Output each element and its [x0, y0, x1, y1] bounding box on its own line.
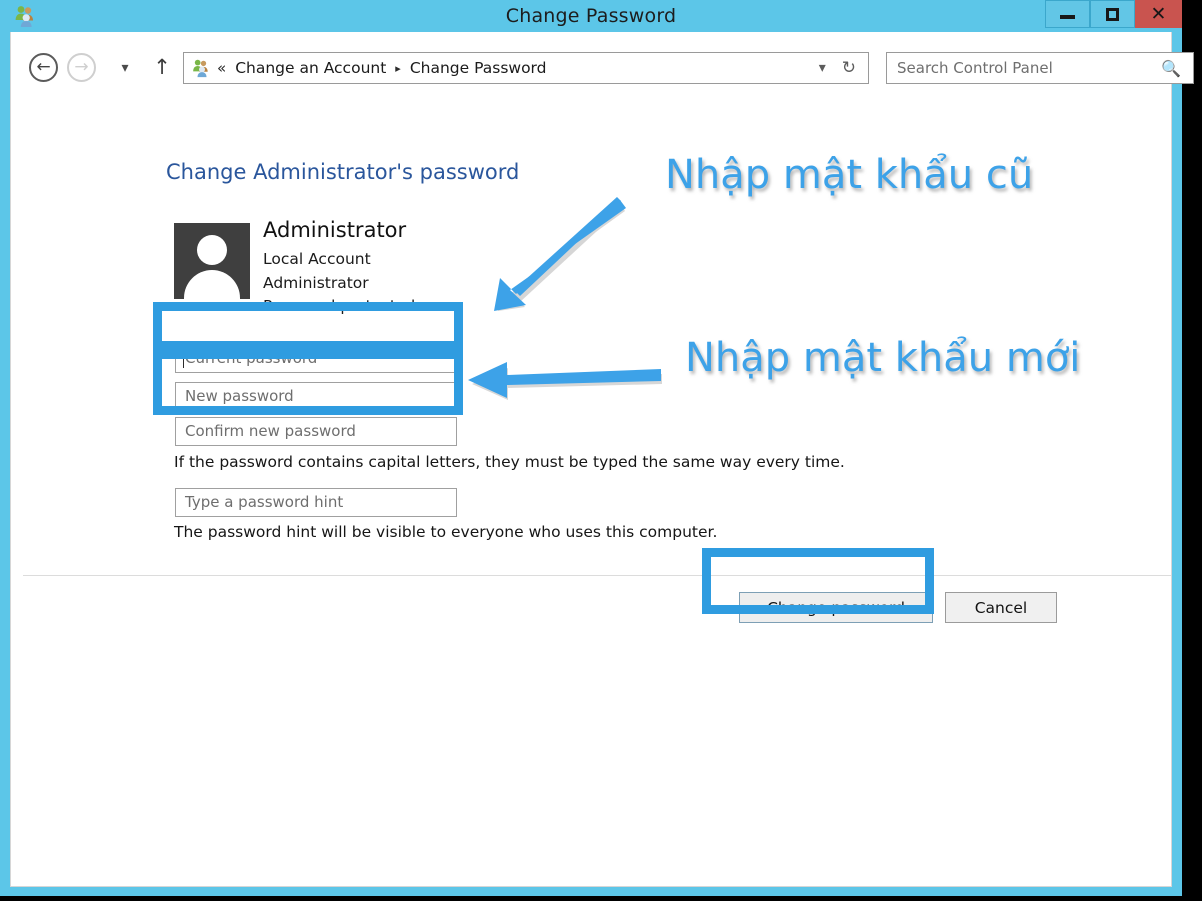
capital-letters-note: If the password contains capital letters… [174, 453, 845, 471]
chevron-down-icon[interactable]: ▾ [819, 60, 826, 76]
avatar-body [184, 270, 240, 299]
account-detail-group: Administrator [263, 274, 369, 292]
password-hint-note: The password hint will be visible to eve… [174, 523, 718, 541]
maximize-icon [1106, 7, 1119, 21]
close-button[interactable]: ✕ [1135, 0, 1182, 28]
address-bar[interactable]: « Change an Account ▸ Change Password ▾ … [183, 52, 869, 84]
account-detail-type: Local Account [263, 250, 371, 268]
account-name: Administrator [263, 218, 407, 242]
navigation-bar: ← → ▾ ↑ « Change an Account ▸ Change Pas… [11, 32, 1194, 90]
annotation-box-change-password-button [702, 548, 934, 614]
breadcrumb-separator-icon: ▸ [395, 61, 401, 75]
maximize-button[interactable] [1090, 0, 1135, 28]
search-icon[interactable]: 🔍 [1161, 59, 1181, 78]
annotation-arrow-old [494, 197, 626, 311]
annotation-arrow-new [468, 362, 662, 400]
forward-arrow-icon: → [74, 57, 89, 77]
confirm-new-password-input[interactable]: Confirm new password [175, 417, 457, 446]
content-separator [23, 575, 1171, 576]
users-icon [193, 59, 208, 78]
annotation-box-new-password [153, 350, 463, 415]
refresh-icon[interactable]: ↻ [842, 58, 856, 78]
user-avatar-icon [174, 223, 250, 299]
up-arrow-icon: ↑ [153, 55, 171, 79]
address-prefix: « [217, 59, 227, 77]
password-hint-input[interactable]: Type a password hint [175, 488, 457, 517]
breadcrumb-item-change-an-account[interactable]: Change an Account [235, 59, 386, 77]
search-input[interactable]: Search Control Panel [897, 59, 1161, 77]
page-title: Change Administrator's password [166, 160, 520, 184]
cancel-button[interactable]: Cancel [945, 592, 1057, 623]
window-title: Change Password [505, 5, 677, 27]
close-icon: ✕ [1150, 2, 1167, 25]
annotation-old-password: Nhập mật khẩu cũ [665, 152, 1034, 198]
breadcrumb-item-change-password[interactable]: Change Password [410, 59, 547, 77]
forward-button: → [67, 53, 96, 82]
annotation-box-current-password [153, 302, 463, 350]
search-box[interactable]: Search Control Panel 🔍 [886, 52, 1194, 84]
back-button[interactable]: ← [29, 53, 58, 82]
title-bar: Change Password ✕ [0, 0, 1182, 32]
chevron-down-icon: ▾ [121, 60, 129, 76]
change-password-window: Change Password ✕ ← → ▾ ↑ « Change an Ac… [0, 0, 1194, 896]
minimize-button[interactable] [1045, 0, 1090, 28]
up-one-level-button[interactable]: ↑ [151, 55, 173, 81]
back-arrow-icon: ← [36, 57, 51, 77]
avatar-head [197, 235, 227, 265]
minimize-icon [1060, 14, 1075, 19]
recent-locations-button[interactable]: ▾ [115, 58, 135, 78]
annotation-new-password: Nhập mật khẩu mới [685, 335, 1081, 381]
